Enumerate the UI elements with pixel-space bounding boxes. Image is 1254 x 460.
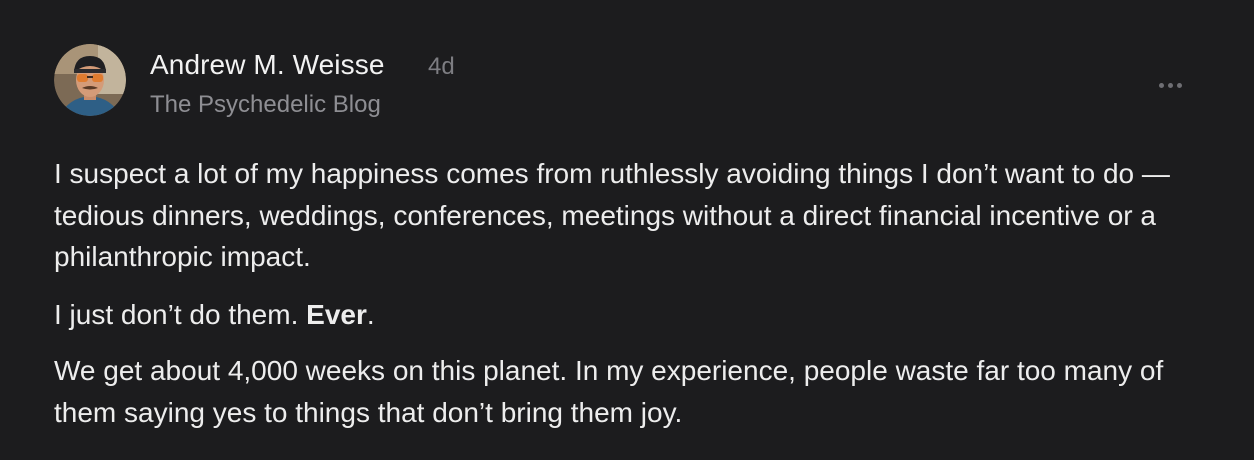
paragraph-text: . (366, 298, 375, 330)
avatar-image (54, 44, 126, 116)
note-card: Andrew M. Weisse 4d The Psychedelic Blog… (0, 0, 1254, 460)
more-options-button[interactable] (1148, 70, 1192, 100)
author-avatar[interactable] (54, 44, 126, 116)
paragraph-text: I just don’t do them. (54, 298, 307, 330)
publication-name[interactable]: The Psychedelic Blog (150, 91, 381, 119)
author-name[interactable]: Andrew M. Weisse (150, 49, 385, 81)
emphasis-text: Ever (306, 298, 367, 330)
post-timestamp: 4d (428, 53, 455, 80)
post-paragraph: I suspect a lot of my happiness comes fr… (54, 158, 1170, 272)
post-paragraph: I just don’t do them. Ever. (54, 294, 1204, 336)
post-body: I suspect a lot of my happiness comes fr… (54, 153, 1204, 433)
more-horizontal-icon (1158, 82, 1182, 88)
post-paragraph: We get about 4,000 weeks on this planet.… (54, 355, 1164, 428)
